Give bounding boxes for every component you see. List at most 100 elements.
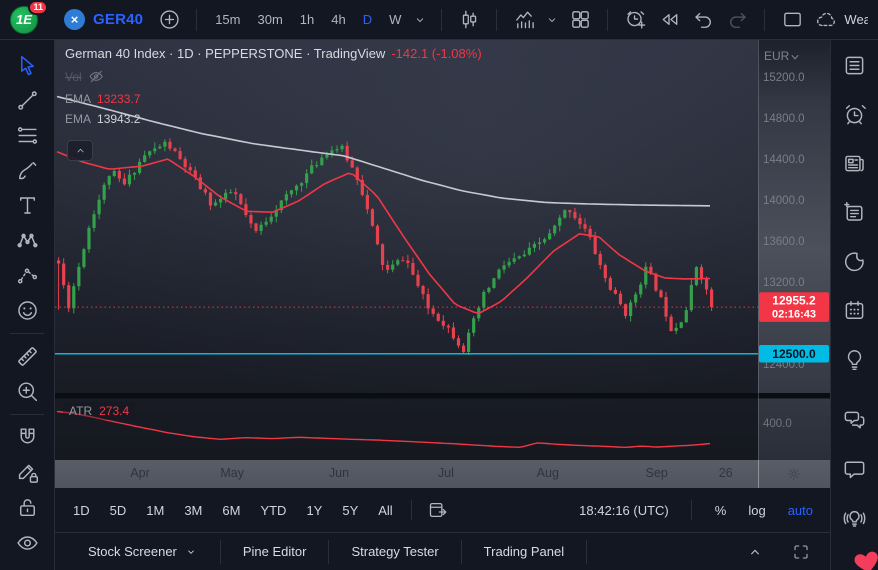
timeframe-1h[interactable]: 1h [293,8,321,31]
account-name[interactable]: Wealthy Educ... [844,12,868,27]
legend-title: German 40 Index · 1D · PEPPERSTONE · Tra… [65,47,385,60]
panel-maximize-icon[interactable] [788,539,814,565]
calendar-icon[interactable] [838,293,872,327]
atr-legend[interactable]: ATR 273.4 [63,402,135,420]
text-tool-icon[interactable] [10,188,44,223]
legend-main-row[interactable]: German 40 Index · 1D · PEPPERSTONE · Tra… [65,47,482,60]
timeframe-d[interactable]: D [356,8,379,31]
range-all-button[interactable]: All [370,498,400,523]
tab-pine-editor[interactable]: Pine Editor [221,540,330,564]
bottom-toolbar: 1D5D1M3M6MYTD1Y5YAll 18:42:16 (UTC) % lo… [55,488,830,532]
toolbar-tools [410,4,842,36]
range-1m-button[interactable]: 1M [138,498,172,523]
toolbar-divider [441,9,442,31]
drawing-toolbar [0,40,55,570]
toolbar-divider [496,9,497,31]
panel-expand-chevron-up-icon[interactable] [742,539,768,565]
fib-lines-icon[interactable] [10,118,44,153]
range-5d-button[interactable]: 5D [102,498,135,523]
tab-label: Strategy Tester [351,544,438,559]
range-3m-button[interactable]: 3M [176,498,210,523]
news-icon[interactable] [838,146,872,180]
lock-all-icon[interactable] [10,490,44,525]
emoji-icon[interactable] [10,293,44,328]
go-to-date-icon[interactable] [422,494,454,526]
eye-off-icon[interactable] [88,68,105,85]
watchlist-icon[interactable] [838,48,872,82]
hotlists-icon[interactable] [838,244,872,278]
bottom-toolbar-right: 18:42:16 (UTC) % log auto [571,499,822,522]
svg-text:12500.0: 12500.0 [772,347,816,361]
trend-line-icon[interactable] [10,83,44,118]
tab-trading-panel[interactable]: Trading Panel [462,540,587,564]
svg-text:14000.0: 14000.0 [763,195,805,207]
redo-icon[interactable] [721,4,753,36]
chevron-down-icon[interactable] [542,4,562,36]
legend-ema-row-1[interactable]: EMA 13233.7 [65,93,482,105]
percent-scale-button[interactable]: % [706,499,736,522]
svg-text:15200.0: 15200.0 [763,72,805,84]
svg-text:13600.0: 13600.0 [763,236,805,248]
range-6m-button[interactable]: 6M [214,498,248,523]
xabcd-pattern-icon[interactable] [10,223,44,258]
support-heart-icon[interactable] [849,543,878,570]
cloud-icon[interactable] [810,4,842,36]
timeframe-15m[interactable]: 15m [208,8,247,31]
collapse-legend-button[interactable] [67,140,93,161]
ideas-bulb-icon[interactable] [838,342,872,376]
toolbar-divider [411,500,412,520]
symbol-search-button[interactable]: × GER40 [56,6,151,33]
timeframe-w[interactable]: W [382,8,408,31]
pane-separator[interactable] [55,393,830,399]
atr-label: ATR [69,404,92,418]
timeframe-4h[interactable]: 4h [324,8,352,31]
legend-volume-row[interactable]: Vol [65,68,482,85]
toolbar-divider [10,333,44,334]
replay-icon[interactable] [653,4,685,36]
square-icon[interactable] [776,4,808,36]
drawing-sync-lock-icon[interactable] [10,455,44,490]
undo-icon[interactable] [687,4,719,36]
zoom-in-icon[interactable] [10,374,44,409]
hide-all-icon[interactable] [10,525,44,560]
ruler-icon[interactable] [10,339,44,374]
compare-add-symbol-icon[interactable] [153,4,185,36]
chats-icon[interactable] [838,403,872,437]
tab-stock-screener[interactable]: Stock Screener [65,540,221,564]
cursor-icon[interactable] [10,48,44,83]
forecast-icon[interactable] [10,258,44,293]
axis-settings-gear-icon[interactable] [758,460,830,488]
chart-area[interactable]: EUR15200.014800.014400.014000.013600.013… [55,40,830,460]
date-range-group: 1D5D1M3M6MYTD1Y5YAll [65,498,401,523]
alerts-clock-icon[interactable] [838,97,872,131]
brush-icon[interactable] [10,153,44,188]
comment-icon[interactable] [838,452,872,486]
alert-plus-icon[interactable] [619,4,651,36]
toolbar-divider [607,9,608,31]
streams-icon[interactable] [838,501,872,535]
auto-scale-button[interactable]: auto [779,499,822,522]
range-1d-button[interactable]: 1D [65,498,98,523]
ema-value: 13943.2 [97,113,140,125]
indicators-icon[interactable] [508,4,540,36]
main-menu-logo[interactable]: 1E 11 [8,3,46,37]
time-axis[interactable]: AprMayJunJulAugSep26 [55,460,830,488]
grid-icon[interactable] [564,4,596,36]
log-scale-button[interactable]: log [739,499,774,522]
candles-icon[interactable] [453,4,485,36]
ema-label: EMA [65,93,91,105]
topbar-right: Wealthy Educ... [844,12,868,27]
legend-ema-row-2[interactable]: EMA 13943.2 [65,113,482,125]
range-1y-button[interactable]: 1Y [298,498,330,523]
svg-text:EUR: EUR [764,49,790,63]
data-window-icon[interactable] [838,195,872,229]
svg-text:14400.0: 14400.0 [763,154,805,166]
chevron-down-icon[interactable] [410,4,430,36]
timeframe-30m[interactable]: 30m [251,8,290,31]
magnet-icon[interactable] [10,420,44,455]
clock-utc[interactable]: 18:42:16 (UTC) [571,499,677,522]
tab-strategy-tester[interactable]: Strategy Tester [329,540,461,564]
notification-badge: 11 [28,0,48,15]
range-5y-button[interactable]: 5Y [334,498,366,523]
range-ytd-button[interactable]: YTD [252,498,294,523]
